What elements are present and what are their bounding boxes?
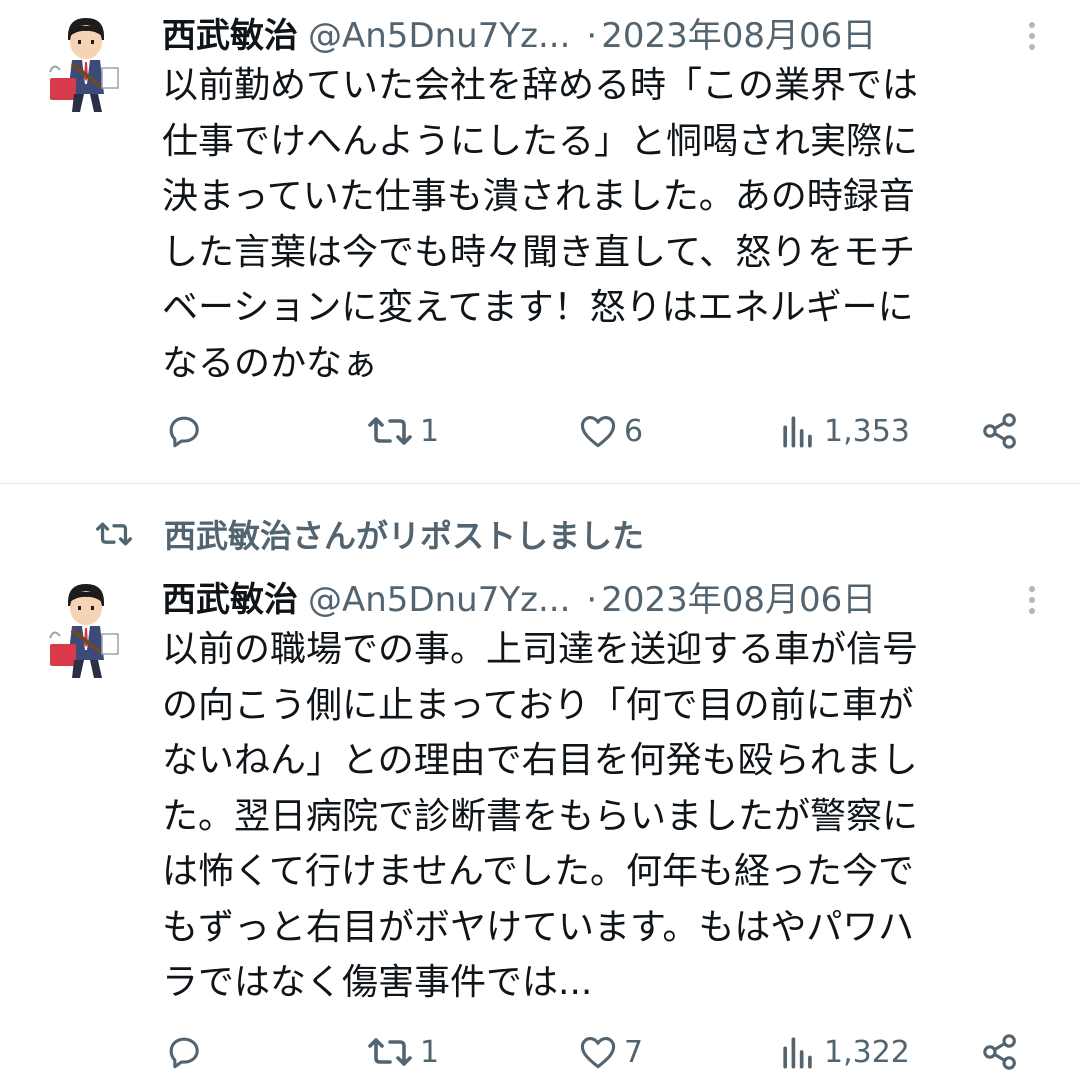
avatar-illustration: [49, 18, 119, 112]
separator: ·: [586, 580, 598, 620]
more-dots-icon: [1029, 586, 1035, 592]
share-button[interactable]: [978, 1028, 1022, 1076]
timestamp[interactable]: 2023年08月06日: [601, 14, 876, 58]
more-dots-icon: [1029, 22, 1035, 28]
tweet-actions: 1 6 1,353: [162, 407, 1042, 455]
repost-icon: [368, 417, 412, 445]
tweet[interactable]: 西武敏治 @An5Dnu7Yz... · 2023年08月06日 以前の職場での…: [0, 484, 1080, 1088]
avatar-illustration: [49, 584, 119, 678]
tweet-actions: 1 7 1,322: [162, 1028, 1042, 1076]
avatar[interactable]: [44, 580, 128, 680]
repost-button[interactable]: 1: [364, 1028, 439, 1076]
share-icon: [983, 1034, 1016, 1070]
author-name[interactable]: 西武敏治: [162, 578, 298, 622]
tweet[interactable]: 西武敏治 @An5Dnu7Yz... · 2023年08月06日 以前勤めていた…: [0, 0, 1080, 483]
like-count: 7: [624, 1034, 644, 1070]
tweet-text: 以前の職場での事。上司達を送迎する車が信号 の向こう側に止まっており「何で目の前…: [162, 629, 919, 1003]
views-chart-icon: [783, 1037, 812, 1069]
view-count: 1,322: [824, 1034, 910, 1070]
like-button[interactable]: 6: [576, 407, 643, 455]
more-dot: [1029, 44, 1035, 50]
author-handle[interactable]: @An5Dnu7Yz...: [308, 14, 570, 58]
views-button[interactable]: 1,322: [776, 1028, 910, 1076]
views-button[interactable]: 1,353: [776, 407, 910, 455]
avatar[interactable]: [44, 14, 128, 114]
separator: ·: [586, 16, 598, 56]
share-button[interactable]: [978, 407, 1022, 455]
reply-icon: [169, 1037, 199, 1069]
reply-icon: [169, 416, 199, 448]
reply-button[interactable]: [162, 1028, 210, 1076]
views-chart-icon: [783, 416, 812, 448]
tweet-header: 西武敏治 @An5Dnu7Yz... · 2023年08月06日: [162, 14, 1040, 58]
more-dot: [1029, 608, 1035, 614]
heart-icon: [580, 1037, 616, 1069]
like-count: 6: [624, 413, 644, 449]
repost-button[interactable]: 1: [364, 407, 439, 455]
author-handle[interactable]: @An5Dnu7Yz...: [308, 578, 570, 622]
repost-icon: [368, 1038, 412, 1066]
share-icon: [983, 413, 1016, 449]
tweet-text: 以前勤めていた会社を辞める時「この業界では 仕事でけへんようにしたる」と恫喝され…: [162, 65, 919, 384]
reply-button[interactable]: [162, 407, 210, 455]
more-options-button[interactable]: [1020, 578, 1044, 622]
more-options-button[interactable]: [1020, 14, 1044, 58]
timestamp[interactable]: 2023年08月06日: [601, 578, 876, 622]
heart-icon: [580, 416, 616, 448]
repost-count: 1: [420, 1034, 440, 1070]
more-dot: [1029, 597, 1035, 603]
repost-count: 1: [420, 413, 440, 449]
like-button[interactable]: 7: [576, 1028, 643, 1076]
author-name[interactable]: 西武敏治: [162, 14, 298, 58]
more-dot: [1029, 33, 1035, 39]
tweet-header: 西武敏治 @An5Dnu7Yz... · 2023年08月06日: [162, 578, 1040, 622]
view-count: 1,353: [824, 413, 910, 449]
